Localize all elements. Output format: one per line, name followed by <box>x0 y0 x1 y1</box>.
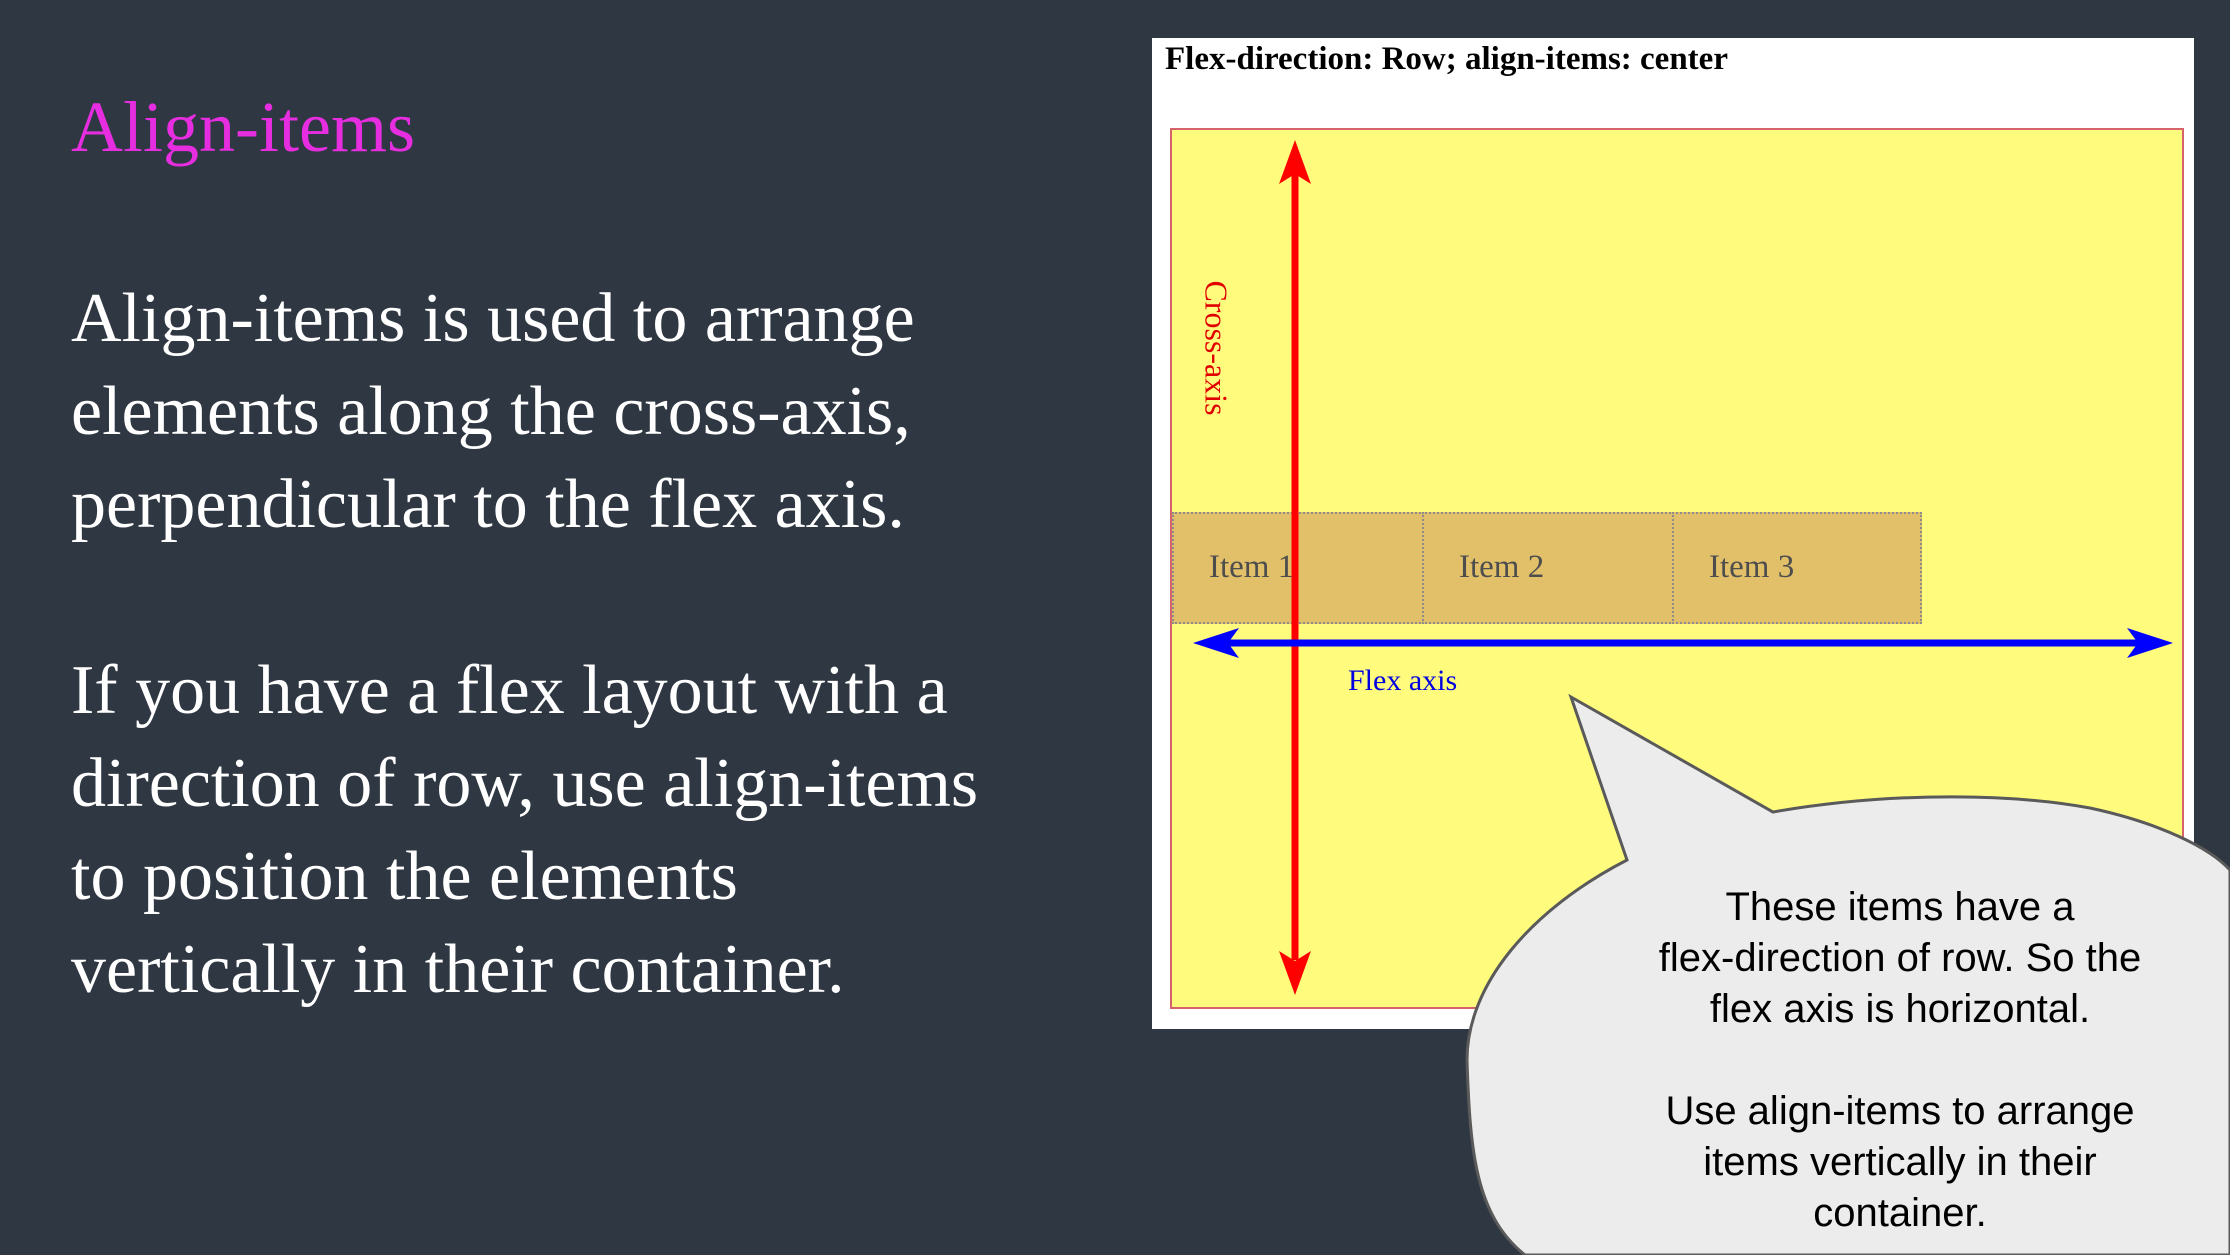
flex-axis-label: Flex axis <box>1348 664 1458 697</box>
cross-axis-arrow <box>1279 140 1311 995</box>
callout-line: flex axis is horizontal. <box>1709 987 2091 1031</box>
callout-line: container. <box>1813 1191 1987 1235</box>
flex-axis-arrow <box>1193 628 2173 658</box>
callout-line: flex-direction of row. So the <box>1658 936 2142 980</box>
cross-axis-label: Cross-axis <box>1198 280 1235 416</box>
callout-line: Use align-items to arrange <box>1665 1089 2135 1133</box>
callout-text: These items have a flex-direction of row… <box>1560 882 2230 1239</box>
callout-line: These items have a <box>1725 885 2075 929</box>
callout-line: items vertically in their <box>1703 1140 2097 1184</box>
